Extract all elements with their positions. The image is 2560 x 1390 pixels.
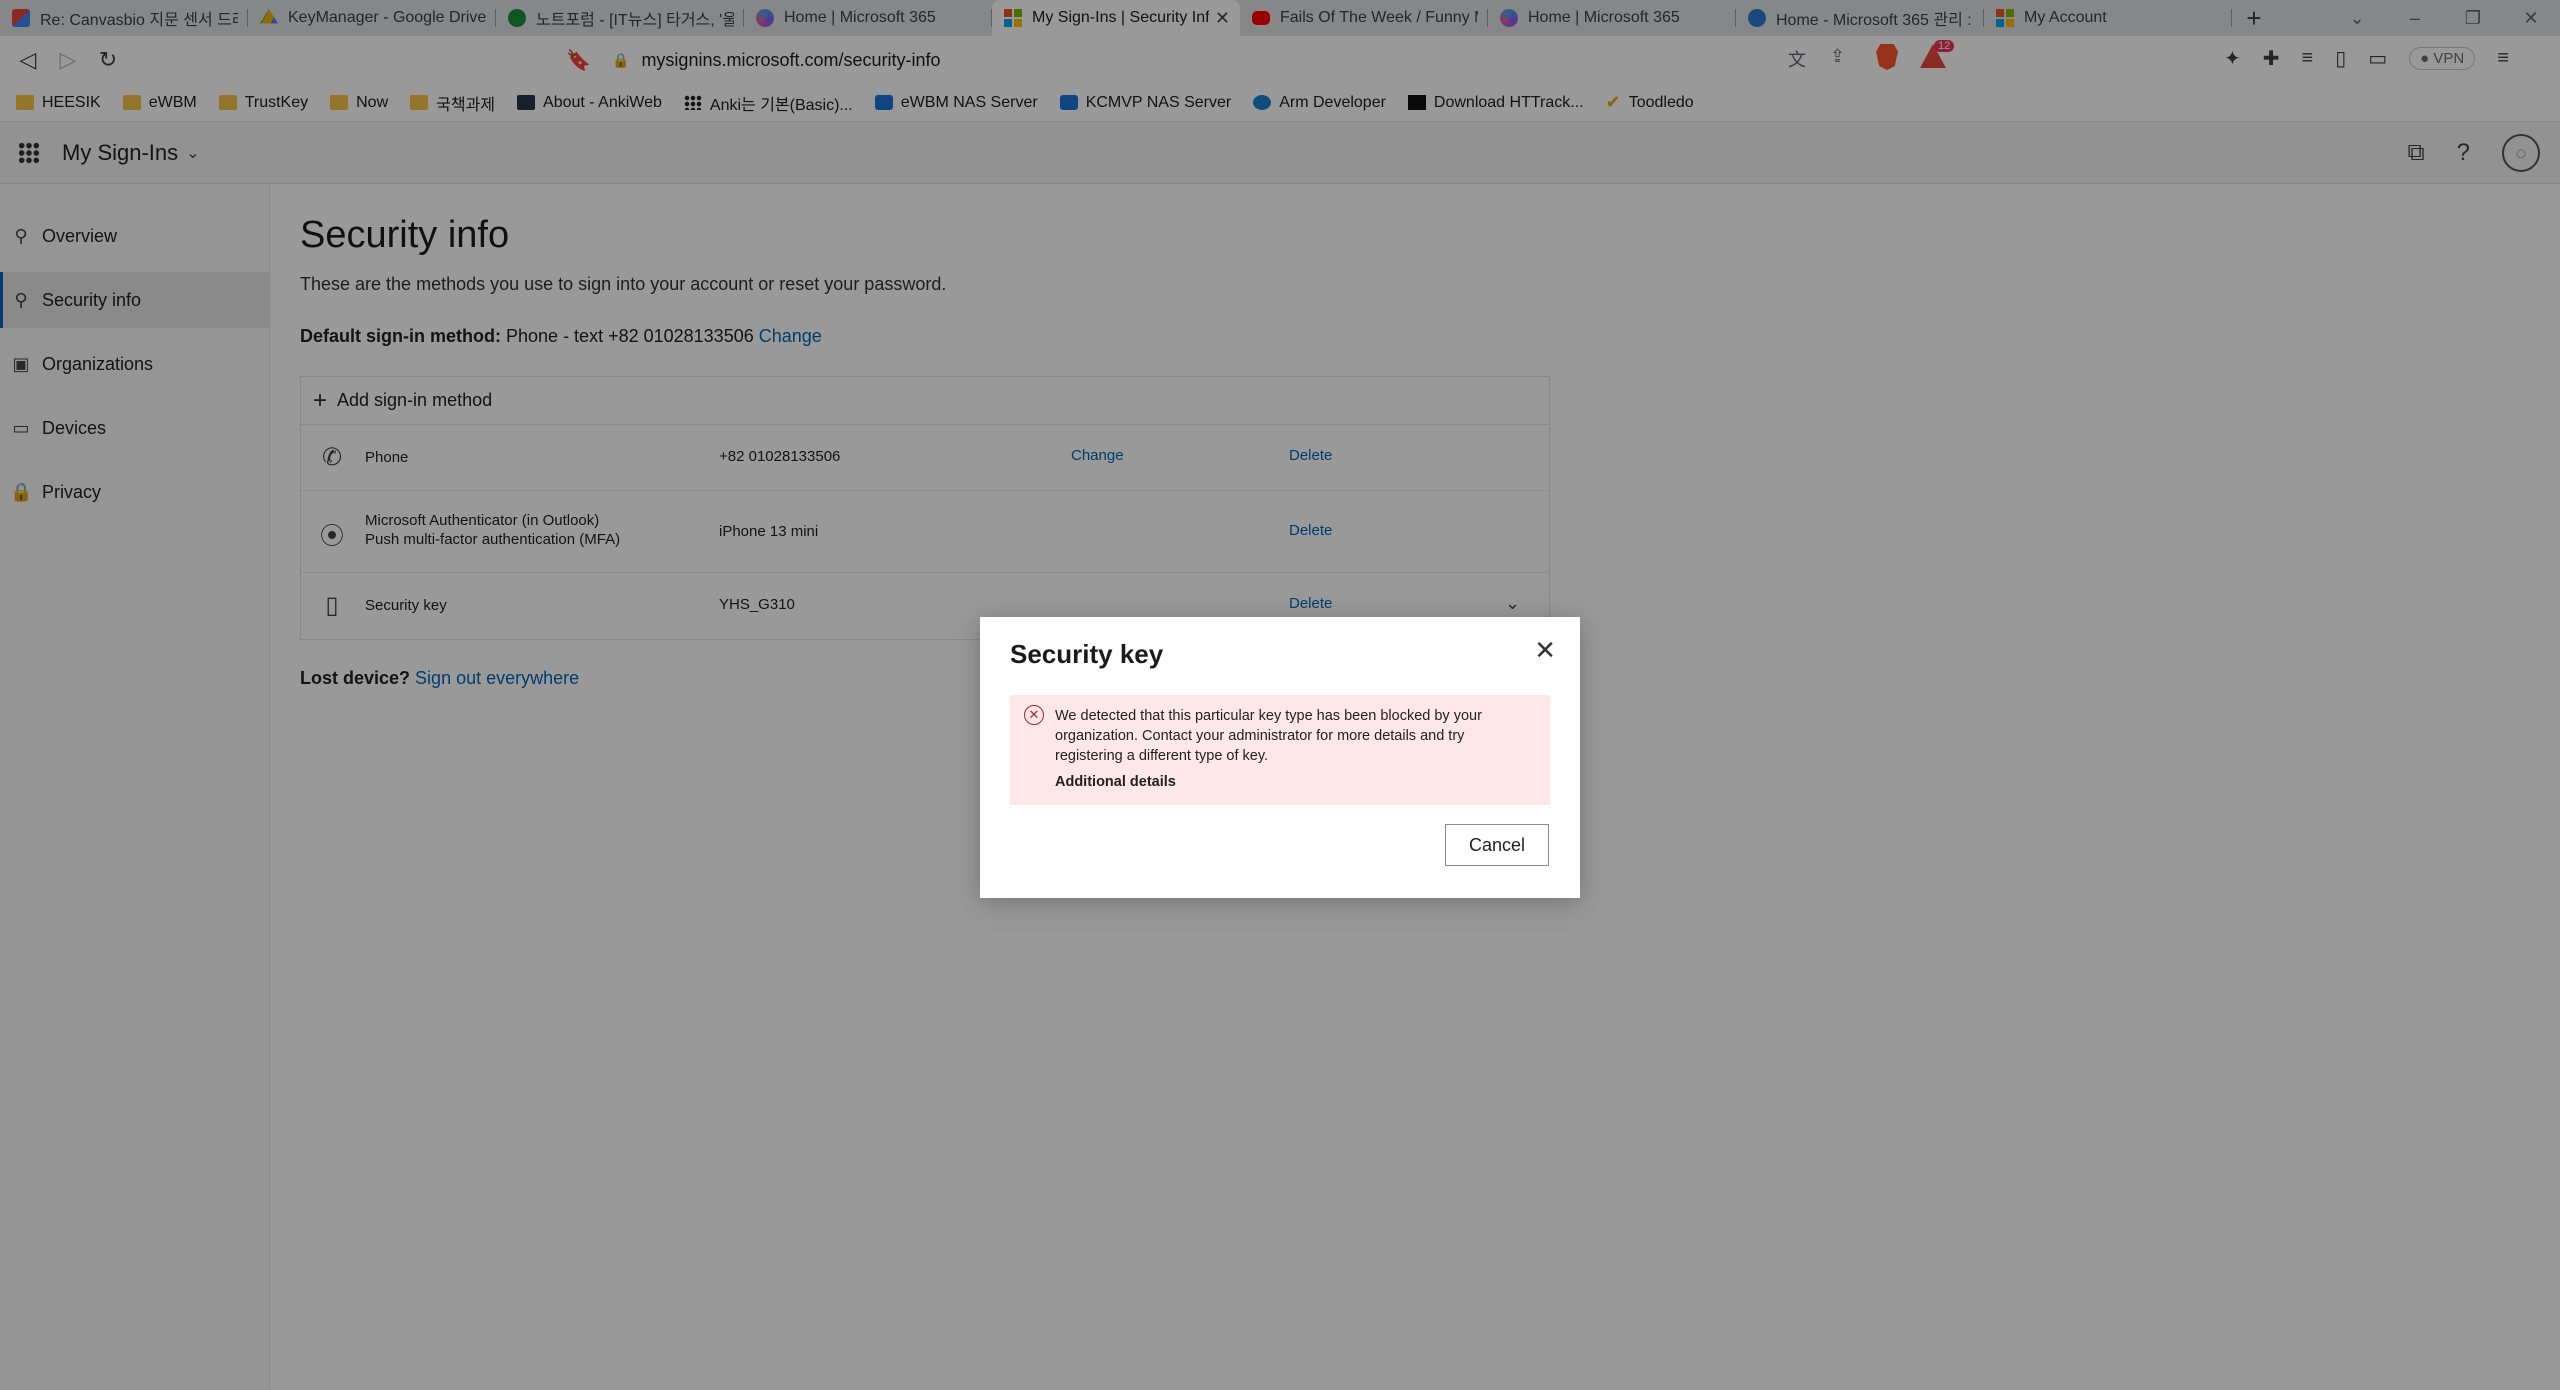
error-message-box: ✕ We detected that this particular key t… [1010, 695, 1550, 805]
security-key-dialog: Security key ✕ ✕ We detected that this p… [980, 617, 1580, 898]
dialog-title: Security key [1010, 639, 1164, 669]
additional-details-toggle[interactable]: Additional details [1055, 774, 1176, 790]
cancel-button[interactable]: Cancel [1445, 824, 1549, 866]
close-icon[interactable]: ✕ [1534, 637, 1556, 663]
error-message: We detected that this particular key typ… [1055, 708, 1482, 764]
error-icon: ✕ [1024, 705, 1044, 725]
